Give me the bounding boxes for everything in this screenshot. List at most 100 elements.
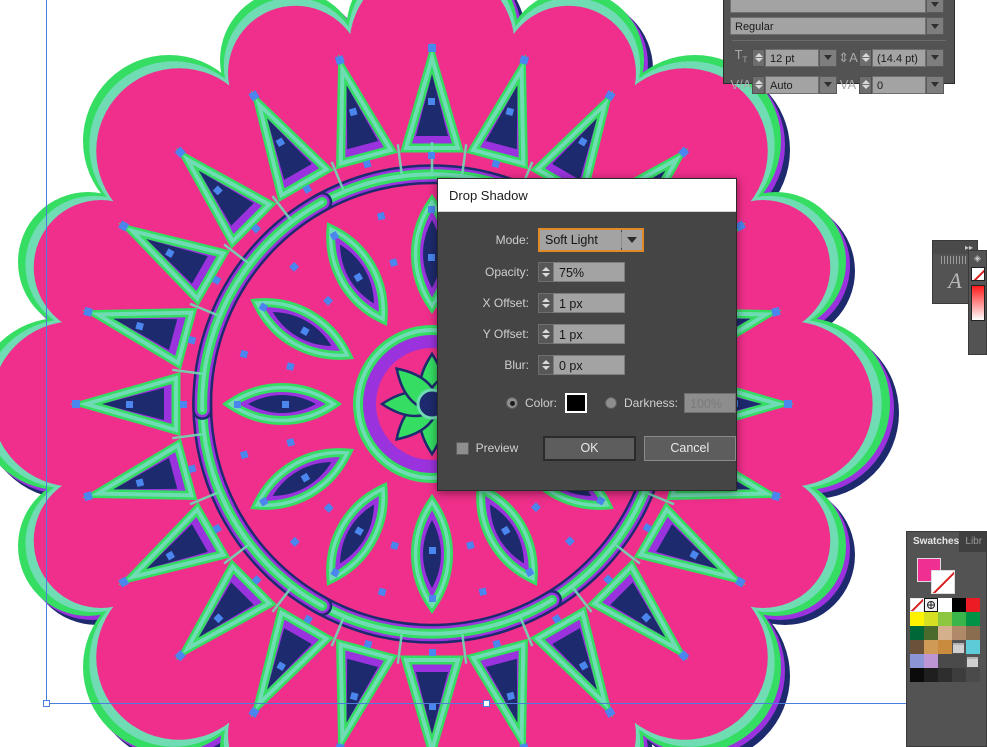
none-swatch-icon[interactable] [970, 267, 985, 281]
font-size-field[interactable]: 12 pt [765, 48, 819, 67]
size-leading-row[interactable]: TT 12 pt ⇕A (14.4 pt) [730, 45, 948, 71]
kerning-stepper[interactable] [752, 75, 765, 94]
opacity-input[interactable]: 75% [553, 262, 625, 282]
leading-icon: ⇕A [838, 49, 858, 65]
blur-input[interactable]: 0 px [553, 355, 625, 375]
preview-checkbox[interactable] [456, 441, 469, 455]
chevron-down-icon[interactable] [622, 230, 642, 250]
shadow-color-swatch[interactable] [565, 393, 587, 413]
mode-row: Mode: Soft Light [438, 226, 736, 254]
tracking-icon: VA [839, 76, 857, 92]
font-style-dropdown-icon[interactable] [926, 17, 944, 35]
swatch-ochre[interactable] [938, 640, 952, 654]
kerning-tracking-row[interactable]: V/A Auto VA 0 [730, 75, 948, 95]
preview-label: Preview [475, 441, 519, 455]
font-style-row[interactable]: Regular [730, 17, 948, 35]
stroke-none-swatch[interactable] [931, 570, 955, 594]
panel-divider [732, 40, 946, 41]
swatch-registration[interactable] [924, 598, 938, 612]
tracking-dropdown-icon[interactable] [926, 75, 944, 94]
kerning-dropdown-icon[interactable] [819, 75, 837, 94]
panel-grip-icon [941, 256, 969, 264]
character-panel[interactable]: Regular TT 12 pt ⇕A (14.4 pt) V/A Auto V… [723, 0, 955, 94]
x-offset-stepper[interactable] [538, 293, 553, 313]
leading-field[interactable]: (14.4 pt) [872, 48, 926, 67]
swatch-lime[interactable] [924, 612, 938, 626]
font-family-dropdown-icon[interactable] [926, 0, 944, 13]
dialog-footer: Preview OK Cancel [438, 434, 736, 462]
swatch-empty-c [966, 668, 980, 682]
swatch-red[interactable] [966, 598, 980, 612]
mode-value: Soft Light [540, 230, 621, 250]
mode-dropdown[interactable]: Soft Light [538, 228, 644, 252]
y-offset-input[interactable]: 1 px [553, 324, 625, 344]
swatch-group-folder-2[interactable] [966, 654, 980, 668]
fill-stroke-indicator[interactable] [907, 552, 986, 598]
color-darkness-row: Color: Darkness: 100% [438, 389, 736, 417]
red-gradient-icon[interactable] [970, 285, 985, 321]
font-family-field[interactable] [730, 0, 926, 13]
darkness-radio[interactable] [605, 397, 617, 409]
swatch-gray-1[interactable] [910, 668, 924, 682]
swatch-brown[interactable] [966, 626, 980, 640]
swatch-group-folder[interactable] [952, 640, 966, 654]
swatch-dark-brown[interactable] [910, 640, 924, 654]
blur-row: Blur: 0 px [438, 351, 736, 379]
swatch-periwinkle[interactable] [910, 654, 924, 668]
ok-button[interactable]: OK [543, 435, 636, 461]
darkness-input[interactable]: 100% [684, 393, 736, 413]
swatch-green[interactable] [952, 612, 966, 626]
selection-handle-bottom-center[interactable] [483, 700, 490, 707]
swatch-tan[interactable] [938, 626, 952, 640]
gradient-diamond-icon[interactable]: ◈ [974, 254, 981, 263]
leading-stepper[interactable] [859, 48, 872, 67]
swatch-yellow[interactable] [910, 612, 924, 626]
tab-libraries[interactable]: Libr [959, 532, 986, 552]
tracking-field[interactable]: 0 [872, 75, 926, 94]
tracking-stepper[interactable] [859, 75, 872, 94]
swatch-light-brown[interactable] [952, 626, 966, 640]
y-offset-stepper[interactable] [538, 324, 553, 344]
font-size-stepper[interactable] [752, 48, 765, 67]
swatch-forest-green[interactable] [910, 626, 924, 640]
swatch-white[interactable] [938, 598, 952, 612]
font-family-row[interactable] [730, 0, 948, 13]
opacity-row: Opacity: 75% [438, 258, 736, 286]
x-offset-input[interactable]: 1 px [553, 293, 625, 313]
y-offset-row: Y Offset: 1 px [438, 320, 736, 348]
selection-handle-bottom-left[interactable] [43, 700, 50, 707]
font-size-icon: TT [734, 47, 748, 65]
swatch-gray-3[interactable] [938, 668, 952, 682]
color-radio[interactable] [506, 397, 518, 409]
leading-dropdown-icon[interactable] [926, 48, 944, 67]
swatch-empty-a [938, 654, 952, 668]
swatch-cyan[interactable] [966, 640, 980, 654]
kerning-field[interactable]: Auto [765, 75, 819, 94]
cancel-button[interactable]: Cancel [643, 435, 736, 461]
swatch-dark-green[interactable] [966, 612, 980, 626]
swatch-gray-4[interactable] [952, 668, 966, 682]
drop-shadow-dialog[interactable]: Drop Shadow Mode: Soft Light Opacity: 75… [437, 178, 737, 491]
swatch-black[interactable] [952, 598, 966, 612]
x-offset-row: X Offset: 1 px [438, 289, 736, 317]
illustrator-workspace: Regular TT 12 pt ⇕A (14.4 pt) V/A Auto V… [0, 0, 987, 747]
opacity-stepper[interactable] [538, 262, 553, 282]
swatch-grid[interactable] [907, 598, 987, 682]
swatches-panel-tabs[interactable]: Swatches Libr [907, 532, 986, 552]
swatch-olive[interactable] [924, 626, 938, 640]
font-style-field[interactable]: Regular [730, 17, 926, 35]
tab-swatches[interactable]: Swatches [907, 532, 960, 552]
color-dock-panel[interactable]: ◈ [968, 250, 987, 355]
swatch-sand[interactable] [924, 640, 938, 654]
swatch-none[interactable] [910, 598, 924, 612]
blur-label: Blur: [504, 358, 529, 372]
kerning-icon: V/A [730, 76, 752, 92]
swatch-light-green[interactable] [938, 612, 952, 626]
swatch-gray-2[interactable] [924, 668, 938, 682]
selection-bottom-edge [46, 703, 987, 704]
blur-stepper[interactable] [538, 355, 553, 375]
font-size-dropdown-icon[interactable] [819, 48, 837, 67]
swatch-lavender[interactable] [924, 654, 938, 668]
opacity-label: Opacity: [484, 265, 529, 279]
swatches-panel[interactable]: Swatches Libr [906, 531, 987, 747]
